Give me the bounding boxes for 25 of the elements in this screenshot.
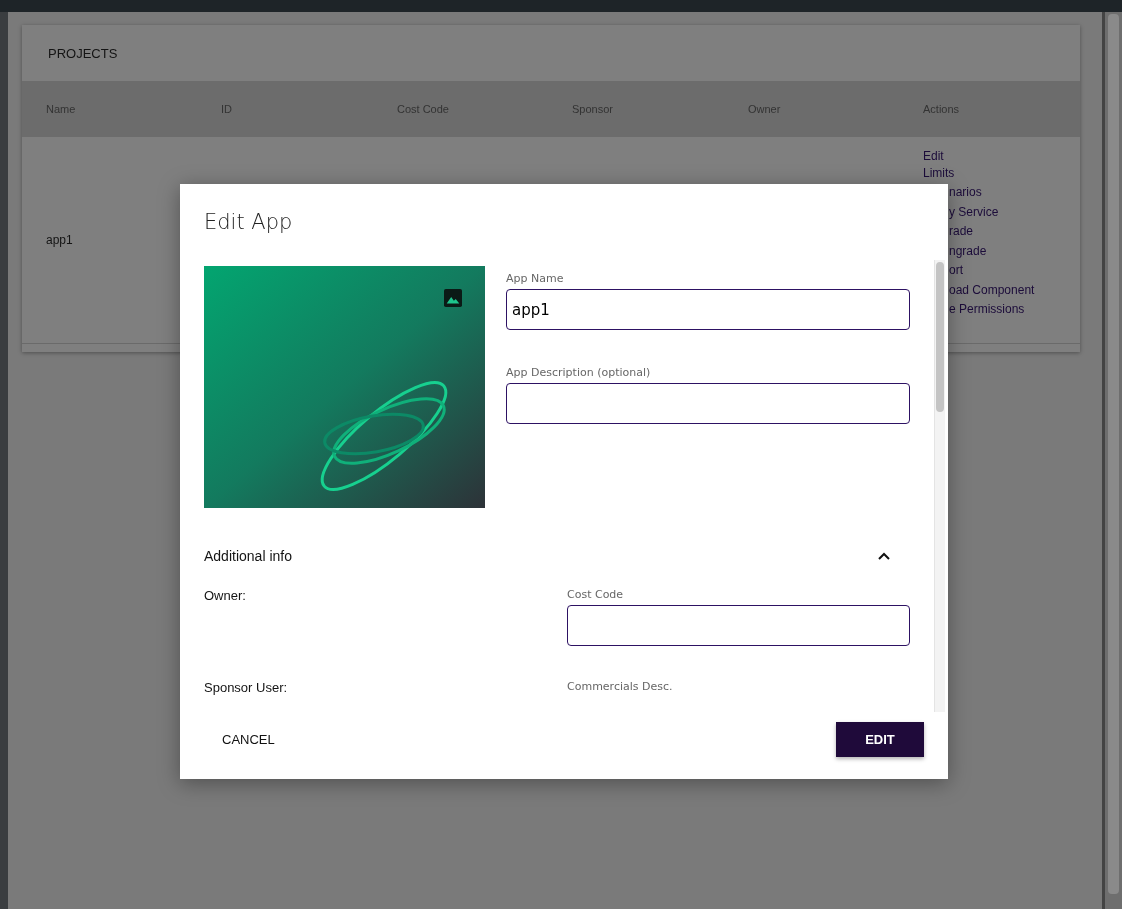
sponsor-label: Sponsor User: (204, 680, 289, 697)
input-field[interactable]: app1 (506, 289, 910, 330)
column-header: ID (220, 103, 233, 115)
field-label: Commercials Desc. (567, 680, 674, 693)
action-link[interactable]: Limits (923, 166, 955, 181)
column-header: Sponsor (571, 103, 614, 115)
scrollbar[interactable] (1102, 12, 1122, 909)
field-label: Cost Code (567, 588, 625, 601)
card-title: PROJECTS (47, 44, 119, 63)
owner-label: Owner: (204, 588, 247, 605)
action-link[interactable]: Edit (923, 146, 944, 166)
edit-button[interactable]: EDIT (836, 722, 924, 757)
dialog-title: Edit App (203, 209, 294, 236)
accordion-header[interactable]: Additional info (204, 538, 910, 574)
column-header: Owner (747, 103, 782, 115)
column-header: Name (45, 103, 77, 115)
column-header: Actions (922, 103, 961, 115)
field-label: App Name (506, 272, 565, 285)
input-field[interactable] (567, 605, 910, 646)
cancel-button[interactable]: CANCEL (204, 724, 293, 755)
image-icon[interactable] (444, 289, 462, 307)
chevron-icon[interactable] (878, 552, 890, 560)
table-cell-text: app1 (45, 233, 74, 247)
field-label: App Description (optional) (506, 366, 652, 379)
input-field[interactable] (506, 383, 910, 424)
